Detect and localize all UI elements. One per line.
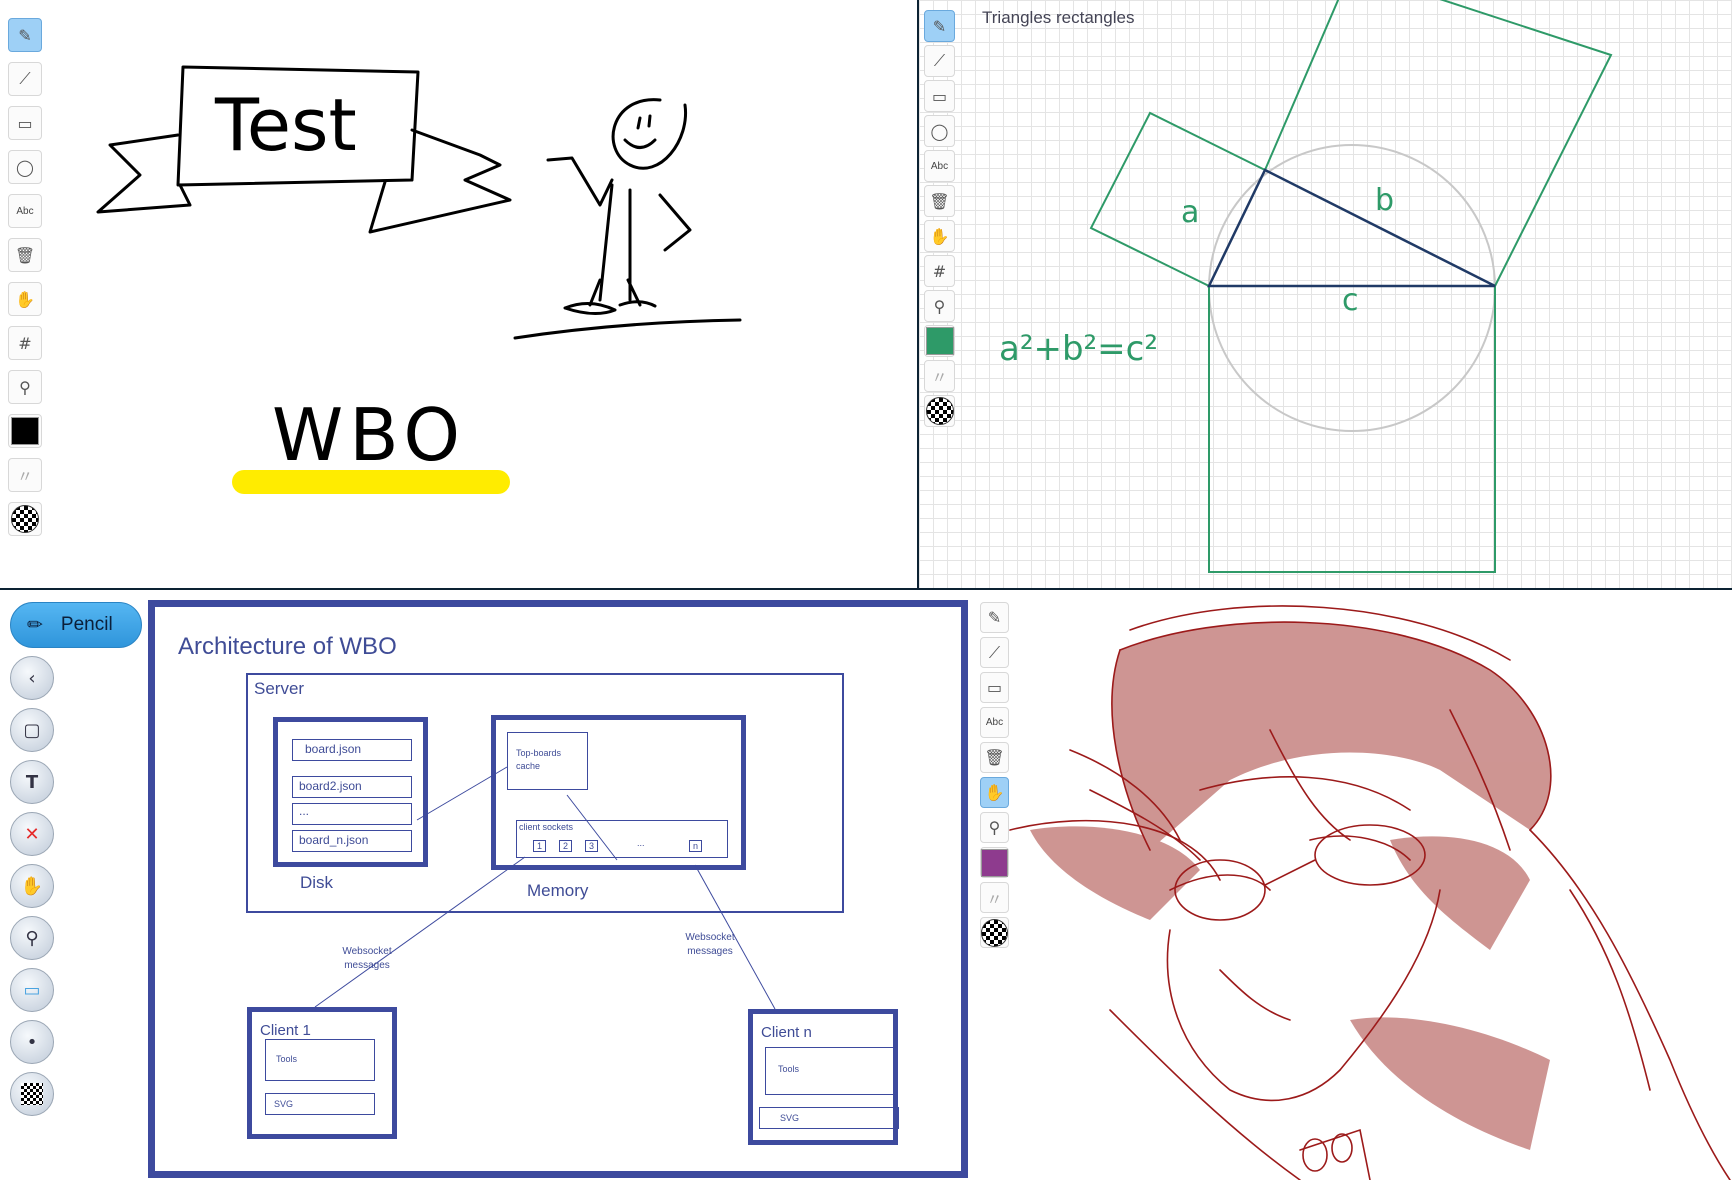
- back-button[interactable]: ‹: [10, 656, 54, 700]
- line-tool[interactable]: ⟋: [980, 637, 1009, 668]
- dot-icon: •: [26, 1031, 38, 1053]
- triangles-board[interactable]: Triangles rectangles ✎ ⟋ ▭ ◯ Abc 🗑 ✋ # ⚲…: [919, 0, 1732, 590]
- websocket-right-label: Websocket messages: [685, 932, 735, 957]
- pencil-tool[interactable]: ✎: [980, 602, 1009, 633]
- text-tool[interactable]: T: [10, 760, 54, 804]
- color-swatch: [981, 848, 1008, 877]
- triangles-canvas: a b c a²+b²=c²: [999, 0, 1613, 573]
- eraser-tool[interactable]: 🗑: [980, 742, 1009, 773]
- label-b: b: [1375, 183, 1394, 218]
- line-icon: ⟋: [988, 642, 1001, 662]
- banner-left-ribbon: [96, 133, 192, 214]
- rectangle-tool[interactable]: ▭: [980, 672, 1009, 703]
- label-c: c: [1342, 283, 1359, 318]
- text-tool[interactable]: Abc: [980, 707, 1009, 738]
- pencil-icon: ✏: [27, 614, 43, 636]
- websocket-left-label: Websocket messages: [342, 946, 392, 971]
- drawing-board[interactable]: ✎ ⟋ ▭ Abc 🗑 ✋ ⚲ 〃: [970, 590, 1732, 1180]
- triangle: [1207, 168, 1496, 288]
- square-c: [1208, 285, 1496, 573]
- opacity-tool[interactable]: [10, 1072, 54, 1116]
- board-tool[interactable]: ▭: [10, 968, 54, 1012]
- chevron-left-icon: ‹: [28, 667, 36, 689]
- client1-label: Client 1: [260, 1022, 311, 1039]
- brush-size-icon: 〃: [986, 889, 1003, 909]
- size-tool[interactable]: 〃: [980, 882, 1009, 913]
- wbo-text: WBO: [272, 393, 466, 477]
- clientn-label: Client n: [761, 1024, 812, 1041]
- size-tool[interactable]: •: [10, 1020, 54, 1064]
- zoom-icon: ⚲: [988, 818, 1001, 837]
- figure-smile: [623, 138, 657, 149]
- pencil-button[interactable]: ✏ Pencil: [10, 602, 142, 648]
- rectangle-icon: ▭: [986, 678, 1003, 697]
- character-sketch: [1009, 605, 1731, 1180]
- text-icon: Abc: [985, 717, 1004, 728]
- label-a: a: [1181, 195, 1199, 230]
- pencil-label: Pencil: [60, 614, 113, 635]
- figure-arm-left: [546, 156, 614, 207]
- architecture-toolbar: ✏ Pencil ‹ ▢ T ✕ ✋ ⚲ ▭ •: [10, 602, 142, 1116]
- close-icon: ✕: [24, 823, 40, 845]
- eraser-tool[interactable]: ✕: [10, 812, 54, 856]
- zoom-tool[interactable]: ⚲: [10, 916, 54, 960]
- banner-text: Test: [214, 83, 357, 167]
- color-picker[interactable]: [980, 847, 1009, 878]
- pencil-icon: ✎: [987, 608, 1002, 627]
- hand-tool[interactable]: ✋: [10, 864, 54, 908]
- architecture-board[interactable]: ✏ Pencil ‹ ▢ T ✕ ✋ ⚲ ▭ • Architecture of…: [0, 590, 970, 1180]
- client1-tools-box: Tools: [265, 1039, 375, 1081]
- architecture-diagram: Architecture of WBO Server board.json bo…: [148, 600, 968, 1178]
- horizontal-divider: [0, 588, 1732, 590]
- hand-icon: ✋: [984, 783, 1005, 802]
- checker-icon: [21, 1083, 43, 1105]
- monitor-icon: ▭: [23, 979, 41, 1001]
- figure-feet: [563, 300, 657, 315]
- zoom-icon: ⚲: [25, 927, 39, 949]
- vertical-divider: [917, 0, 919, 590]
- square-b: [1264, 0, 1613, 287]
- rectangle-tool[interactable]: ▢: [10, 708, 54, 752]
- trash-icon: 🗑: [984, 748, 1005, 767]
- text-icon: T: [25, 771, 39, 793]
- figure-eyes: [636, 114, 652, 130]
- clientn-tools-box: Tools: [765, 1047, 895, 1095]
- client1-svg-box: SVG: [265, 1093, 375, 1115]
- drawing-toolbar: ✎ ⟋ ▭ Abc 🗑 ✋ ⚲ 〃: [980, 602, 1009, 948]
- hand-tool[interactable]: ✋: [980, 777, 1009, 808]
- rectangle-icon: ▢: [23, 719, 41, 741]
- zoom-tool[interactable]: ⚲: [980, 812, 1009, 843]
- pythagoras-formula: a²+b²=c²: [999, 329, 1158, 369]
- clientn-svg-box: SVG: [759, 1107, 899, 1129]
- ground-line: [513, 318, 742, 340]
- opacity-tool[interactable]: [980, 917, 1009, 948]
- sketch-board[interactable]: ✎ ⟋ ▭ ◯ Abc 🗑 ✋ # ⚲ 〃 Test WBO: [0, 0, 919, 590]
- figure-body: [598, 183, 692, 302]
- figure-head: [611, 98, 688, 170]
- hand-icon: ✋: [20, 875, 44, 897]
- checker-icon: [981, 918, 1008, 947]
- sketch-canvas: Test WBO: [96, 65, 742, 494]
